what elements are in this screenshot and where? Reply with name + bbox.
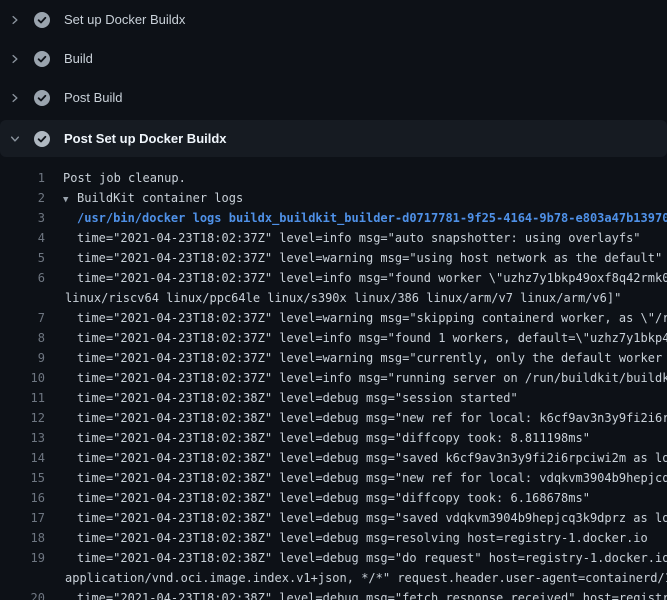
step-title: Set up Docker Buildx	[64, 12, 185, 27]
log-line: 3/usr/bin/docker logs buildx_buildkit_bu…	[0, 208, 667, 228]
line-number[interactable]: 12	[0, 408, 45, 428]
log-line: 15time="2021-04-23T18:02:38Z" level=debu…	[0, 468, 667, 488]
log-line: 14time="2021-04-23T18:02:38Z" level=debu…	[0, 448, 667, 468]
step-title: Post Build	[64, 90, 123, 105]
log-text: application/vnd.oci.image.index.v1+json,…	[45, 568, 667, 588]
log-text: time="2021-04-23T18:02:38Z" level=debug …	[45, 588, 667, 600]
log-line: 7time="2021-04-23T18:02:37Z" level=warni…	[0, 308, 667, 328]
chevron-right-icon	[8, 13, 22, 27]
log-text: Post job cleanup.	[45, 168, 186, 188]
log-text: time="2021-04-23T18:02:37Z" level=info m…	[45, 268, 667, 288]
log-text: time="2021-04-23T18:02:37Z" level=info m…	[45, 228, 641, 248]
chevron-right-icon	[8, 91, 22, 105]
line-number[interactable]: 2	[0, 188, 45, 208]
log-text: linux/riscv64 linux/ppc64le linux/s390x …	[45, 288, 621, 308]
log-line: linux/riscv64 linux/ppc64le linux/s390x …	[0, 288, 667, 308]
line-number[interactable]: 3	[0, 208, 45, 228]
log-text: time="2021-04-23T18:02:38Z" level=debug …	[45, 428, 590, 448]
log-line: 18time="2021-04-23T18:02:38Z" level=debu…	[0, 528, 667, 548]
log-line: 5time="2021-04-23T18:02:37Z" level=warni…	[0, 248, 667, 268]
log-line: 19time="2021-04-23T18:02:38Z" level=debu…	[0, 548, 667, 568]
log-line: 1Post job cleanup.	[0, 168, 667, 188]
workflow-log-viewer: Set up Docker Buildx Build Post Build Po…	[0, 0, 667, 600]
line-number[interactable]: 20	[0, 588, 45, 600]
log-line: 20time="2021-04-23T18:02:38Z" level=debu…	[0, 588, 667, 600]
line-number[interactable]: 1	[0, 168, 45, 188]
check-circle-icon	[34, 51, 50, 67]
chevron-down-icon	[8, 132, 22, 146]
check-circle-icon	[34, 131, 50, 147]
line-number[interactable]	[0, 288, 45, 308]
check-circle-icon	[34, 90, 50, 106]
line-number[interactable]: 4	[0, 228, 45, 248]
log-body: 1Post job cleanup.2▼BuildKit container l…	[0, 157, 667, 600]
log-text: time="2021-04-23T18:02:37Z" level=warnin…	[45, 348, 667, 368]
line-number[interactable]: 10	[0, 368, 45, 388]
log-line: 2▼BuildKit container logs	[0, 188, 667, 208]
log-line: 10time="2021-04-23T18:02:37Z" level=info…	[0, 368, 667, 388]
log-line: 13time="2021-04-23T18:02:38Z" level=debu…	[0, 428, 667, 448]
log-text: time="2021-04-23T18:02:38Z" level=debug …	[45, 508, 667, 528]
step-row-post-build[interactable]: Post Build	[0, 78, 667, 117]
log-line: application/vnd.oci.image.index.v1+json,…	[0, 568, 667, 588]
log-group-toggle[interactable]: ▼BuildKit container logs	[45, 188, 243, 208]
log-text: time="2021-04-23T18:02:37Z" level=info m…	[45, 328, 667, 348]
line-number[interactable]: 5	[0, 248, 45, 268]
log-line: 17time="2021-04-23T18:02:38Z" level=debu…	[0, 508, 667, 528]
step-title: Post Set up Docker Buildx	[64, 131, 227, 146]
log-line: 11time="2021-04-23T18:02:38Z" level=debu…	[0, 388, 667, 408]
line-number[interactable]: 19	[0, 548, 45, 568]
log-text: time="2021-04-23T18:02:38Z" level=debug …	[45, 488, 590, 508]
log-line: 12time="2021-04-23T18:02:38Z" level=debu…	[0, 408, 667, 428]
line-number[interactable]: 11	[0, 388, 45, 408]
line-number[interactable]: 17	[0, 508, 45, 528]
log-text: time="2021-04-23T18:02:38Z" level=debug …	[45, 468, 667, 488]
line-number[interactable]: 16	[0, 488, 45, 508]
log-text: time="2021-04-23T18:02:37Z" level=warnin…	[45, 248, 662, 268]
line-number[interactable]: 9	[0, 348, 45, 368]
log-text: time="2021-04-23T18:02:38Z" level=debug …	[45, 528, 648, 548]
line-number[interactable]: 18	[0, 528, 45, 548]
line-number[interactable]: 13	[0, 428, 45, 448]
step-row-build[interactable]: Build	[0, 39, 667, 78]
line-number[interactable]: 14	[0, 448, 45, 468]
step-title: Build	[64, 51, 93, 66]
log-text: time="2021-04-23T18:02:38Z" level=debug …	[45, 548, 667, 568]
step-row-post-set-up-docker-buildx[interactable]: Post Set up Docker Buildx	[0, 120, 667, 157]
triangle-down-icon: ▼	[63, 190, 77, 210]
log-line: 9time="2021-04-23T18:02:37Z" level=warni…	[0, 348, 667, 368]
log-text: time="2021-04-23T18:02:37Z" level=warnin…	[45, 308, 667, 328]
line-number[interactable]	[0, 568, 45, 588]
log-line: 8time="2021-04-23T18:02:37Z" level=info …	[0, 328, 667, 348]
log-command-text: /usr/bin/docker logs buildx_buildkit_bui…	[45, 208, 667, 228]
line-number[interactable]: 6	[0, 268, 45, 288]
check-circle-icon	[34, 12, 50, 28]
line-number[interactable]: 7	[0, 308, 45, 328]
log-line: 16time="2021-04-23T18:02:38Z" level=debu…	[0, 488, 667, 508]
log-text: time="2021-04-23T18:02:37Z" level=info m…	[45, 368, 667, 388]
line-number[interactable]: 15	[0, 468, 45, 488]
line-number[interactable]: 8	[0, 328, 45, 348]
chevron-right-icon	[8, 52, 22, 66]
log-line: 6time="2021-04-23T18:02:37Z" level=info …	[0, 268, 667, 288]
log-text: time="2021-04-23T18:02:38Z" level=debug …	[45, 388, 518, 408]
log-line: 4time="2021-04-23T18:02:37Z" level=info …	[0, 228, 667, 248]
step-row-set-up-docker-buildx[interactable]: Set up Docker Buildx	[0, 0, 667, 39]
log-text: time="2021-04-23T18:02:38Z" level=debug …	[45, 448, 667, 468]
log-text: time="2021-04-23T18:02:38Z" level=debug …	[45, 408, 667, 428]
